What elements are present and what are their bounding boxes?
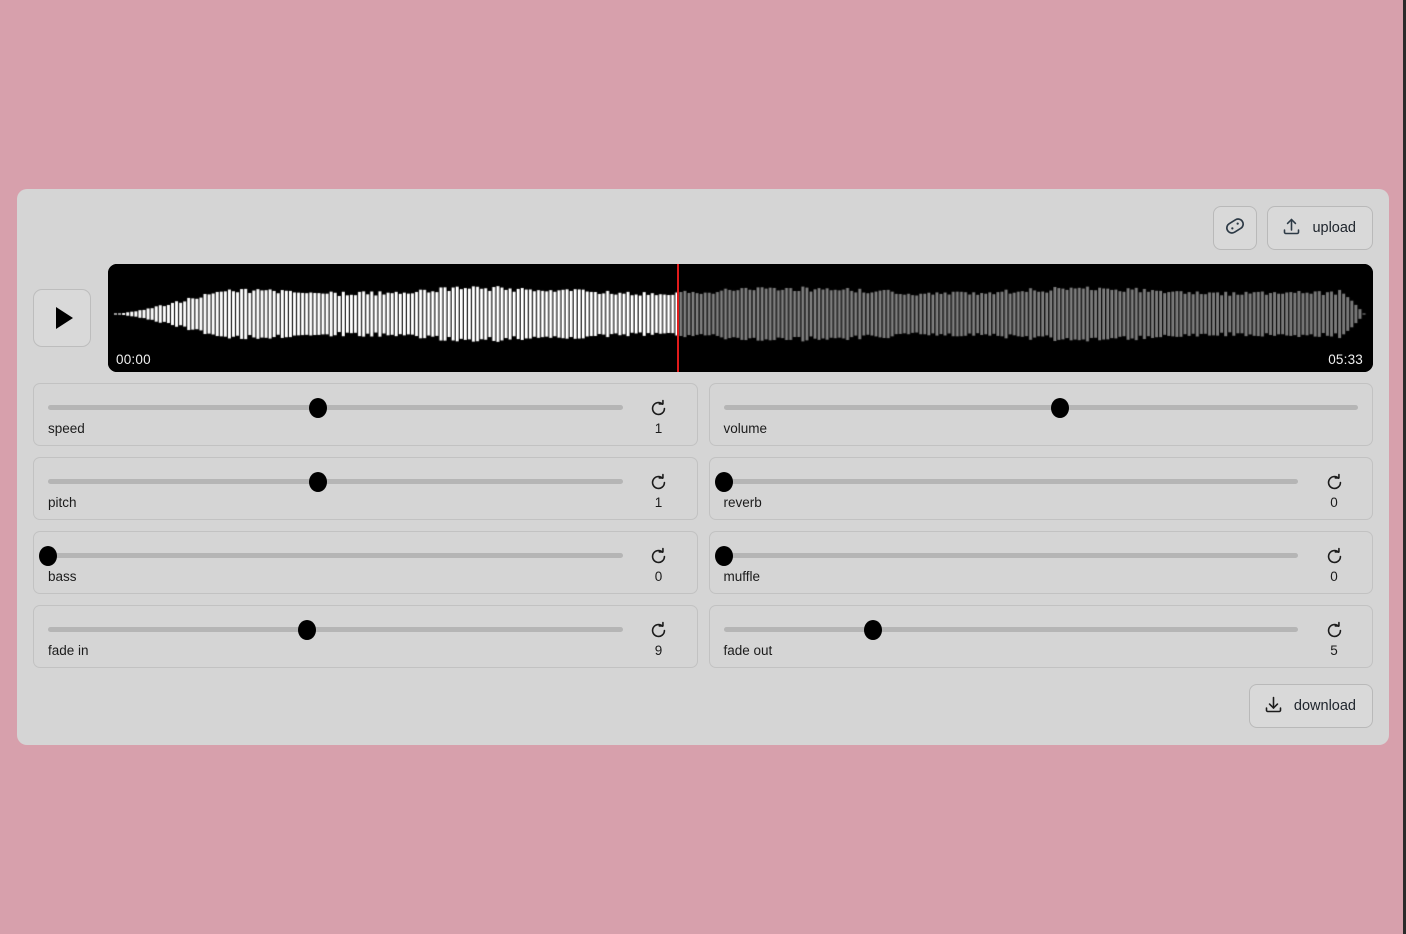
download-icon [1263, 694, 1284, 719]
slider-thumb-fade-in[interactable] [297, 619, 316, 640]
total-time-label: 05:33 [1328, 352, 1363, 367]
slider-fade-out[interactable] [723, 619, 1298, 640]
reset-column-pitch: 1 [635, 458, 683, 519]
slider-volume[interactable] [723, 397, 1358, 418]
rotate-cw-icon[interactable] [647, 618, 671, 642]
slider-thumb-bass[interactable] [39, 545, 57, 566]
slider-value-pitch: 1 [654, 495, 663, 510]
audio-editor-panel: upload 00:00 05:33 speed 1 volume pitch 1 rev… [17, 189, 1389, 745]
slider-value-muffle: 0 [1330, 569, 1338, 584]
rotate-cw-icon[interactable] [647, 544, 671, 568]
control-inner: speed 1 [48, 384, 683, 445]
control-inner: volume [723, 384, 1358, 445]
slider-thumb-muffle[interactable] [714, 545, 733, 566]
controls-grid: speed 1 volume pitch 1 reverb 0 bass 0 muffle 0 fad… [33, 383, 1373, 668]
slider-area-bass: bass [39, 532, 623, 593]
rotate-cw-icon[interactable] [647, 470, 671, 494]
slider-thumb-reverb[interactable] [714, 471, 733, 492]
reset-column-speed: 1 [635, 384, 683, 445]
control-bass: bass 0 [33, 531, 698, 594]
slider-value-speed: 1 [654, 421, 663, 436]
download-button[interactable]: download [1248, 684, 1373, 728]
download-button-label: download [1293, 697, 1356, 714]
slider-area-muffle: muffle [714, 532, 1298, 593]
rotate-cw-icon[interactable] [647, 396, 671, 420]
rotate-cw-icon[interactable] [1322, 618, 1346, 642]
slider-label-bass: bass [48, 569, 77, 584]
control-volume: volume [708, 383, 1373, 446]
slider-thumb-fade-out[interactable] [863, 619, 882, 640]
control-pitch: pitch 1 [33, 457, 698, 520]
control-muffle: muffle 0 [708, 531, 1373, 594]
control-inner: reverb 0 [714, 458, 1359, 519]
rotate-cw-icon[interactable] [1322, 470, 1346, 494]
upload-button[interactable]: upload [1267, 206, 1373, 250]
slider-area-speed: speed [48, 384, 623, 445]
control-reverb: reverb 0 [708, 457, 1373, 520]
slider-label-fade-out: fade out [723, 643, 773, 658]
slider-area-pitch: pitch [48, 458, 623, 519]
tag-button[interactable] [1213, 206, 1258, 250]
waveform[interactable]: 00:00 05:33 [108, 264, 1373, 372]
control-inner: fade out 5 [723, 606, 1359, 667]
control-fade-out: fade out 5 [708, 605, 1373, 668]
control-inner: bass 0 [39, 532, 683, 593]
control-inner: pitch 1 [48, 458, 683, 519]
control-fade-in: fade in 9 [33, 605, 698, 668]
slider-label-volume: volume [723, 421, 768, 436]
reset-column-bass: 0 [635, 532, 683, 593]
control-inner: fade in 9 [48, 606, 683, 667]
slider-pitch[interactable] [48, 471, 623, 492]
reset-column-reverb: 0 [1310, 458, 1358, 519]
slider-value-fade-out: 5 [1330, 643, 1338, 658]
upload-icon [1281, 216, 1302, 241]
slider-fade-in[interactable] [48, 619, 623, 640]
slider-thumb-volume[interactable] [1050, 397, 1069, 418]
reset-column-fade-out: 5 [1310, 606, 1358, 667]
play-icon [55, 307, 73, 329]
slider-speed[interactable] [48, 397, 623, 418]
waveform-canvas[interactable] [108, 264, 1373, 372]
tag-icon [1224, 215, 1246, 242]
slider-label-muffle: muffle [723, 569, 761, 584]
footer: download [1248, 684, 1373, 728]
slider-label-reverb: reverb [723, 495, 762, 510]
reset-column-fade-in: 9 [635, 606, 683, 667]
slider-area-fade-in: fade in [48, 606, 623, 667]
slider-bass[interactable] [39, 545, 623, 566]
slider-thumb-speed[interactable] [309, 397, 327, 418]
control-speed: speed 1 [33, 383, 698, 446]
slider-label-pitch: pitch [48, 495, 77, 510]
slider-thumb-pitch[interactable] [309, 471, 327, 492]
control-inner: muffle 0 [714, 532, 1359, 593]
slider-label-speed: speed [48, 421, 85, 436]
toolbar: upload [1213, 206, 1373, 250]
current-time-label: 00:00 [116, 352, 151, 367]
play-button[interactable] [33, 289, 91, 347]
app-viewport: upload 00:00 05:33 speed 1 volume pitch 1 rev… [0, 0, 1406, 934]
rotate-cw-icon[interactable] [1322, 544, 1346, 568]
slider-reverb[interactable] [714, 471, 1298, 492]
slider-value-fade-in: 9 [654, 643, 663, 658]
playhead[interactable] [677, 264, 680, 372]
reset-column-muffle: 0 [1310, 532, 1358, 593]
upload-button-label: upload [1312, 219, 1356, 236]
slider-area-fade-out: fade out [723, 606, 1298, 667]
slider-area-reverb: reverb [714, 458, 1298, 519]
player-row: 00:00 05:33 [33, 264, 1373, 372]
slider-label-fade-in: fade in [48, 643, 89, 658]
slider-area-volume: volume [723, 384, 1358, 445]
slider-value-reverb: 0 [1330, 495, 1338, 510]
slider-value-bass: 0 [654, 569, 663, 584]
slider-muffle[interactable] [714, 545, 1298, 566]
